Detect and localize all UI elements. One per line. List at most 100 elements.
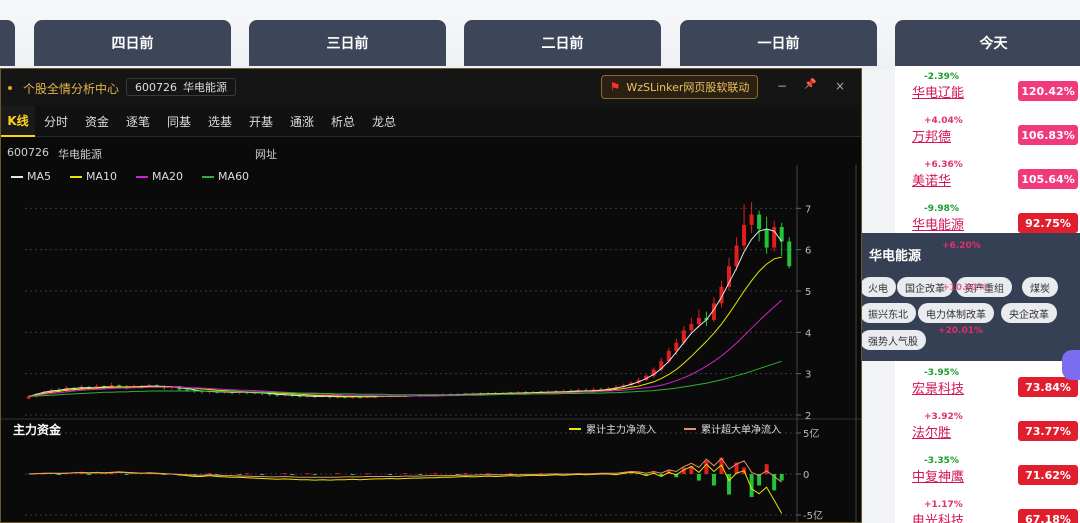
candle-body (742, 224, 747, 246)
flow-bar (463, 473, 468, 475)
stock-name-link[interactable]: 宏景科技 (912, 378, 964, 397)
day-tab-3-days-ago[interactable]: 三日前 (249, 20, 446, 66)
stock-name-link[interactable]: 法尔胜 (912, 422, 951, 441)
stock-name-link[interactable]: 中复神鹰 (912, 466, 964, 485)
stock-info-bar: 600726 华电能源 网址 (1, 146, 861, 164)
window-title: 个股全情分析中心 (23, 82, 120, 96)
stock-name-link[interactable]: 华电能源 (912, 214, 964, 233)
flow-bar (282, 473, 287, 475)
ranking-row[interactable]: +6.36% 美诺华 105.64% (895, 158, 1080, 202)
flow-bar (305, 473, 310, 475)
tab-analysis-summary[interactable]: 析总 (325, 105, 361, 137)
y-tick-label: 3 (805, 370, 811, 381)
candle-body (184, 389, 189, 391)
candle-body (772, 226, 777, 248)
tab-open-fund[interactable]: 开基 (243, 105, 279, 137)
change-pct: -2.39% (924, 72, 959, 82)
linker-button[interactable]: ⚑ WzSLinker网页股软联动 (601, 75, 758, 99)
flow-bar (779, 474, 784, 481)
y-tick-label: 4 (805, 328, 811, 339)
stock-name-link[interactable]: 华电辽能 (912, 82, 964, 101)
concept-tag[interactable]: 火电 (860, 277, 896, 297)
candle-body (787, 241, 792, 267)
tab-same-fund[interactable]: 同基 (161, 105, 197, 137)
ranking-row[interactable]: +4.04% 万邦德 106.83% (895, 114, 1080, 158)
flow-bar (629, 473, 634, 475)
tab-kline[interactable]: K线 (1, 105, 35, 137)
close-button[interactable]: × (835, 79, 845, 93)
info-url-label[interactable]: 网址 (255, 146, 277, 162)
window-titlebar[interactable]: 个股全情分析中心 600726 华电能源 ⚑ WzSLinker网页股软联动 −… (1, 69, 861, 105)
sub-panel-title: 主力资金 (13, 423, 62, 437)
app-icon (8, 86, 12, 90)
flow-bar (433, 473, 438, 475)
ma-line-ma5 (28, 228, 783, 398)
tab-funds[interactable]: 资金 (79, 105, 115, 137)
concept-tag[interactable]: 煤炭 (1022, 277, 1058, 297)
tab-intraday[interactable]: 分时 (38, 105, 74, 137)
stock-code-box[interactable]: 600726 华电能源 (126, 78, 236, 96)
tab-dragon-summary[interactable]: 龙总 (366, 105, 402, 137)
concept-tag[interactable]: 振兴东北 (860, 303, 916, 323)
legend-swatch (684, 427, 696, 430)
candle-body (689, 324, 694, 331)
flow-bar (350, 474, 355, 475)
flag-icon: ⚑ (609, 80, 621, 94)
sub-y-tick-label: 0 (803, 470, 809, 481)
day-tab-today[interactable]: 今天 (895, 20, 1080, 66)
flow-bar (312, 474, 317, 475)
ranking-row[interactable]: -2.39% 华电辽能 120.42% (895, 70, 1080, 114)
concept-tag[interactable]: 强势人气股 (860, 330, 926, 350)
ranking-row[interactable]: -3.95% 宏景科技 73.84% (895, 366, 1080, 410)
flow-bar (403, 473, 408, 475)
stock-name-link[interactable]: 万邦德 (912, 126, 951, 145)
concept-tag[interactable]: 电力体制改革 (918, 303, 994, 323)
ghost-change-pct: +6.20% (942, 241, 981, 251)
pin-icon[interactable]: 📌 (804, 79, 816, 90)
tab-select-fund[interactable]: 选基 (202, 105, 238, 137)
flow-bar (388, 474, 393, 475)
change-pct: -9.98% (924, 204, 959, 214)
flow-bar (704, 460, 709, 474)
flow-bar (711, 474, 716, 486)
change-pct: +3.92% (924, 412, 963, 422)
flow-bar (365, 473, 370, 475)
stock-name-link[interactable]: 电光科技 (912, 510, 964, 523)
kline-chart[interactable]: 2 3 4 5 6 7 5亿 0 -5亿 (1, 165, 861, 523)
day-tab-1-day-ago[interactable]: 一日前 (680, 20, 877, 66)
tab-rally[interactable]: 通涨 (284, 105, 320, 137)
minimize-button[interactable]: − (777, 79, 787, 93)
ranking-row[interactable]: -3.35% 中复神鹰 71.62% (895, 454, 1080, 498)
rank-value-badge: 73.77% (1018, 421, 1078, 441)
flow-bar (207, 473, 212, 475)
info-name: 华电能源 (58, 148, 102, 161)
ranking-row[interactable]: +3.92% 法尔胜 73.77% (895, 410, 1080, 454)
ghost-change-pct: +20.01% (938, 326, 984, 336)
y-tick-label: 6 (805, 246, 811, 257)
ghost-change-pct: +10.01% (942, 283, 988, 293)
change-pct: +6.36% (924, 160, 963, 170)
sub-legend-item: 累计超大单净流入 (684, 421, 781, 436)
info-code: 600726 (7, 146, 49, 159)
flow-bar (335, 473, 340, 475)
candle-body (764, 229, 769, 248)
day-tab-4-days-ago[interactable]: 四日前 (34, 20, 231, 66)
day-tab-2-days-ago[interactable]: 二日前 (464, 20, 661, 66)
stock-analysis-window: 个股全情分析中心 600726 华电能源 ⚑ WzSLinker网页股软联动 −… (0, 68, 862, 523)
sub-y-tick-label: -5亿 (803, 509, 823, 522)
tab-tick[interactable]: 逐笔 (120, 105, 156, 137)
stock-name-link[interactable]: 美诺华 (912, 170, 951, 189)
rank-value-badge: 106.83% (1018, 125, 1078, 145)
floating-assistant-icon[interactable] (1062, 350, 1080, 380)
day-tab-partial[interactable] (0, 20, 15, 66)
rank-value-badge: 120.42% (1018, 81, 1078, 101)
concept-tag[interactable]: 央企改革 (1001, 303, 1057, 323)
sub-y-tick-label: 5亿 (803, 427, 819, 440)
sub-legend-label: 累计超大单净流入 (701, 425, 781, 436)
day-tab-bar: 四日前 三日前 二日前 一日前 今天 (0, 0, 1080, 70)
analysis-tab-bar: K线 分时 资金 逐笔 同基 选基 开基 通涨 析总 龙总 (1, 105, 861, 137)
ma-line-ma60 (28, 360, 782, 397)
ranking-row[interactable]: +1.17% 电光科技 67.18% (895, 498, 1080, 523)
candle-body (749, 214, 754, 225)
popover-title: 华电能源 (869, 249, 922, 264)
